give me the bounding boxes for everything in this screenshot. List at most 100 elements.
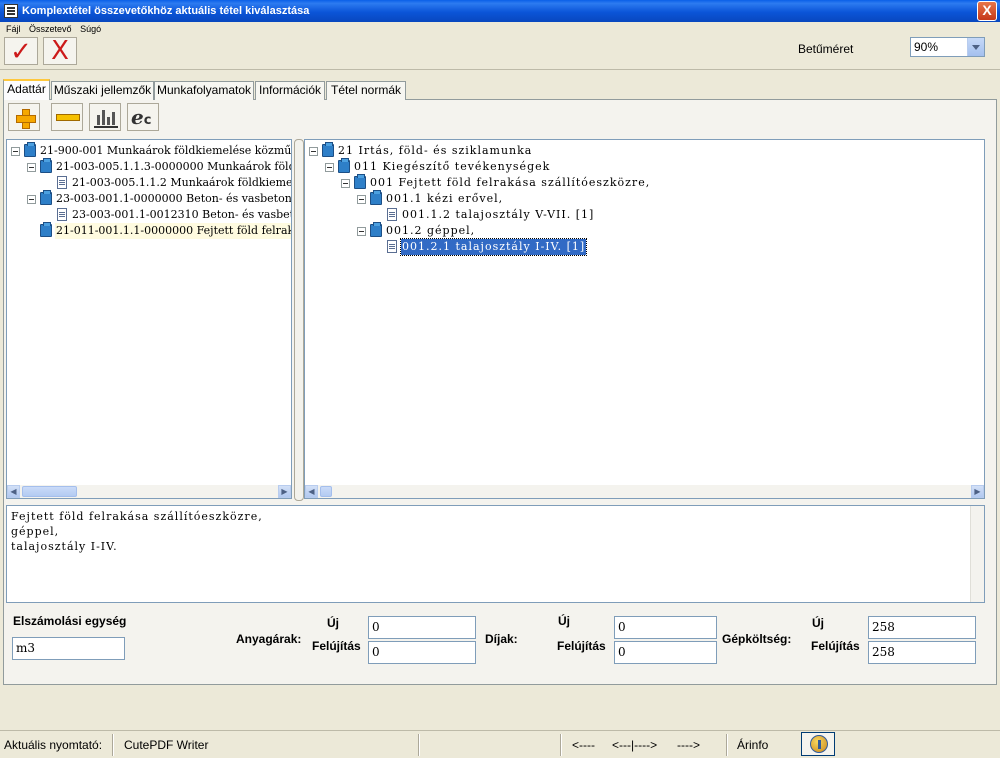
fees-new-label: Új <box>558 614 570 628</box>
right-tree-node-label: 011 Kiegészítő tevékenységek <box>354 160 551 173</box>
printer-value: CutePDF Writer <box>124 738 209 752</box>
folder-icon <box>24 142 36 157</box>
right-tree-node-label: 001 Fejtett föld felrakása szállítóeszkö… <box>370 176 651 189</box>
tab-tetel-normak[interactable]: Tétel normák <box>326 81 406 100</box>
tab-informaciok[interactable]: Információk <box>255 81 325 100</box>
material-renewal-label: Felújítás <box>312 639 361 653</box>
scroll-thumb[interactable] <box>22 486 77 497</box>
material-renewal-field[interactable]: 0 <box>368 641 476 664</box>
chevron-down-icon[interactable] <box>967 38 984 56</box>
menu-file[interactable]: Fájl <box>6 22 21 36</box>
tab-adattar[interactable]: Adattár <box>3 79 50 100</box>
tree-toolbar: ec <box>5 102 983 134</box>
description-line: géppel, <box>11 525 60 538</box>
status-bar: Aktuális nyomtató: CutePDF Writer <---- … <box>0 730 1000 758</box>
price-lookup-button[interactable]: ec <box>127 103 159 131</box>
scroll-left-arrow-icon[interactable]: ◀ <box>305 485 318 498</box>
folder-icon <box>354 174 366 189</box>
left-tree-node-label: 23-003-001.1-0000000 Beton- és vasbeton … <box>56 192 292 205</box>
tab-muszaki-jellemzok[interactable]: Műszaki jellemzők <box>51 81 154 100</box>
machine-renewal-label: Felújítás <box>811 639 860 653</box>
unit-label: Elszámolási egység <box>13 614 127 628</box>
document-icon <box>387 208 397 221</box>
cancel-button[interactable]: X <box>43 37 77 65</box>
printer-label: Aktuális nyomtató: <box>4 738 103 752</box>
left-tree-node-label: 23-003-001.1-0012310 Beton- és vasbeto <box>72 208 292 221</box>
collapse-toggle-icon[interactable] <box>309 147 318 156</box>
collapse-toggle-icon[interactable] <box>341 179 350 188</box>
unit-field[interactable]: m3 <box>12 637 125 660</box>
bar-chart-icon <box>94 108 118 128</box>
scroll-right-arrow-icon[interactable]: ▶ <box>971 485 984 498</box>
material-prices-label: Anyagárak: <box>236 632 302 646</box>
add-button[interactable] <box>8 103 40 131</box>
right-tree-node-label: 001.2 géppel, <box>386 224 476 237</box>
left-tree-node-label: 21-003-005.1.1.3-0000000 Munkaárok földk… <box>56 160 292 173</box>
pane-splitter[interactable] <box>292 139 304 501</box>
collapse-toggle-icon[interactable] <box>357 227 366 236</box>
description-box[interactable]: Fejtett föld felrakása szállítóeszközre,… <box>6 505 985 603</box>
close-button[interactable]: X <box>977 1 997 21</box>
folder-icon <box>370 190 382 205</box>
left-tree-node-label: 21-011-001.1.1-0000000 Fejtett föld felr… <box>55 223 291 239</box>
status-divider <box>418 734 420 756</box>
document-icon <box>57 176 67 189</box>
collapse-toggle-icon[interactable] <box>11 147 20 156</box>
description-vertical-scrollbar[interactable] <box>970 506 984 602</box>
chart-button[interactable] <box>89 103 121 131</box>
right-tree-node-label: 21 Irtás, föld- és sziklamunka <box>338 144 533 157</box>
checkmark-icon: ✓ <box>10 36 32 66</box>
font-size-label: Betűméret <box>798 42 854 56</box>
cross-icon: X <box>51 36 69 66</box>
fees-renewal-label: Felújítás <box>557 639 606 653</box>
ok-button[interactable]: ✓ <box>4 37 38 65</box>
machine-new-field[interactable]: 258 <box>868 616 976 639</box>
scroll-thumb[interactable] <box>320 486 332 497</box>
collapse-toggle-icon[interactable] <box>325 163 334 172</box>
left-tree-pane[interactable]: 21-900-001 Munkaárok földkiemelése közmű… <box>6 139 292 499</box>
folder-icon <box>40 222 52 237</box>
right-tree-pane[interactable]: 21 Irtás, föld- és sziklamunka 011 Kiegés… <box>304 139 985 499</box>
folder-icon <box>322 142 334 157</box>
left-tree-node-label: 21-900-001 Munkaárok földkiemelése közmű… <box>40 144 292 157</box>
collapse-toggle-icon[interactable] <box>27 195 36 204</box>
material-new-field[interactable]: 0 <box>368 616 476 639</box>
menu-bar: Fájl Összetevő Súgó <box>0 22 1000 36</box>
description-line: Fejtett föld felrakása szállítóeszközre, <box>11 510 263 523</box>
folder-icon <box>370 222 382 237</box>
fees-renewal-field[interactable]: 0 <box>614 641 717 664</box>
description-line: talajosztály I-IV. <box>11 540 118 553</box>
folder-icon <box>40 158 52 173</box>
fees-new-field[interactable]: 0 <box>614 616 717 639</box>
menu-component[interactable]: Összetevő <box>29 22 72 36</box>
euro-c-icon: ec <box>131 105 152 129</box>
scroll-left-arrow-icon[interactable]: ◀ <box>7 485 20 498</box>
collapse-toggle-icon[interactable] <box>357 195 366 204</box>
folder-icon <box>40 190 52 205</box>
material-new-label: Új <box>327 616 339 630</box>
collapse-toggle-icon[interactable] <box>27 163 36 172</box>
left-horizontal-scrollbar[interactable]: ◀ ▶ <box>7 485 291 498</box>
status-divider <box>726 734 728 756</box>
scroll-right-arrow-icon[interactable]: ▶ <box>278 485 291 498</box>
machine-renewal-field[interactable]: 258 <box>868 641 976 664</box>
machine-cost-label: Gépköltség: <box>722 632 792 646</box>
remove-button[interactable] <box>51 103 83 131</box>
menu-help[interactable]: Súgó <box>80 22 101 36</box>
right-tree-node-label: 001.2.1 talajosztály I-IV. [1] <box>399 238 588 256</box>
app-icon <box>4 4 18 18</box>
price-info-label: Árinfo <box>737 738 769 752</box>
minus-icon <box>56 114 80 121</box>
fees-label: Díjak: <box>485 632 518 646</box>
nav-next-button[interactable]: ----> <box>677 734 700 758</box>
nav-prev-button[interactable]: <---- <box>572 734 595 758</box>
tab-munkafolyamatok[interactable]: Munkafolyamatok <box>154 81 254 100</box>
price-info-button[interactable] <box>801 732 835 756</box>
font-size-select[interactable]: 90% <box>910 37 985 57</box>
nav-middle-button[interactable]: <---|----> <box>612 734 657 758</box>
machine-new-label: Új <box>812 616 824 630</box>
document-icon <box>387 240 397 253</box>
window-title: Komplextétel összevetőkhöz aktuális téte… <box>22 5 310 17</box>
font-size-value: 90% <box>914 40 939 54</box>
right-horizontal-scrollbar[interactable]: ◀ ▶ <box>305 485 984 498</box>
